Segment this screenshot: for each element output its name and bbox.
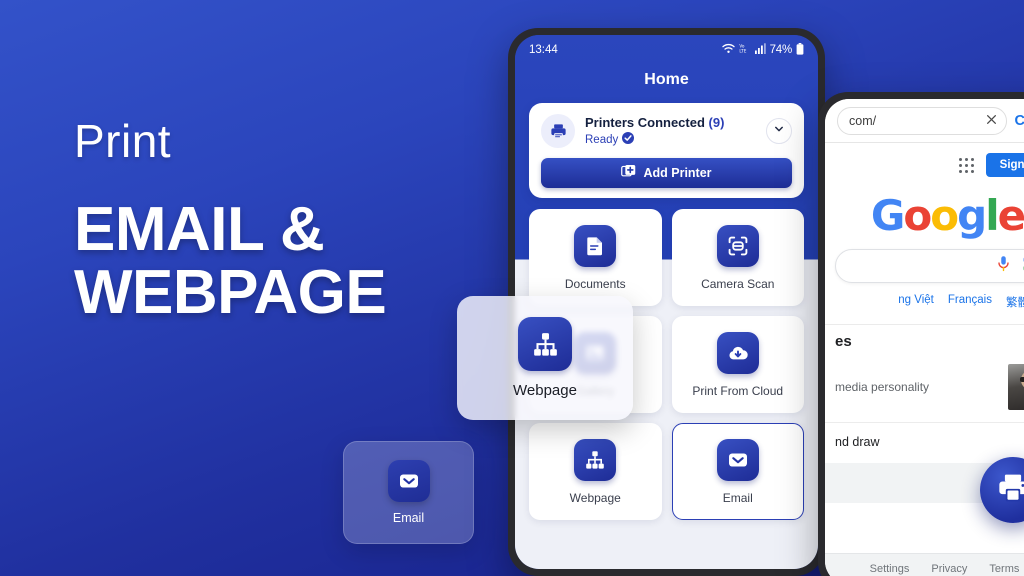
document-icon xyxy=(574,224,617,267)
promo-eyebrow: Print xyxy=(74,115,172,167)
sitemap-icon xyxy=(574,438,617,481)
footer-link-settings[interactable]: Settings xyxy=(870,563,910,575)
floating-email-card-label: Email xyxy=(392,511,425,525)
printer-ready-row: Ready xyxy=(585,132,756,147)
tile-webpage[interactable]: Webpage xyxy=(529,423,662,520)
tile-email[interactable]: Email xyxy=(671,423,804,520)
news-item-2-text: nd draw xyxy=(835,435,880,449)
close-x-icon[interactable] xyxy=(986,114,997,128)
add-printer-label: Add Printer xyxy=(643,166,712,180)
printer-icon xyxy=(541,114,575,148)
news-list-item-2[interactable]: nd draw xyxy=(825,423,1024,463)
app-page-title: Home xyxy=(644,71,689,88)
promo-headline-line1: EMAIL & xyxy=(74,195,325,264)
wifi-icon xyxy=(721,43,735,57)
tile-print-from-cloud-label: Print From Cloud xyxy=(692,383,784,398)
url-text: com/ xyxy=(849,113,877,128)
apps-grid-icon[interactable] xyxy=(958,157,974,173)
printer-status-row: Printers Connected (9) Ready xyxy=(541,114,792,148)
status-bar-indicators: Vo LTE 74% xyxy=(721,42,804,58)
check-circle-icon xyxy=(622,132,635,147)
printer-connected-label: Printers Connected xyxy=(585,115,705,130)
google-logo-char-4: g xyxy=(957,191,987,240)
browser-close-button[interactable]: Close xyxy=(1015,113,1024,129)
tile-email-label: Email xyxy=(722,490,753,505)
google-search-input[interactable] xyxy=(835,249,1024,283)
person-photo xyxy=(1008,364,1024,410)
google-logo-char-2: o xyxy=(903,191,932,240)
status-bar-time: 13:44 xyxy=(529,44,558,56)
marketing-copy: Print EMAIL & WEBPAGE xyxy=(74,118,474,324)
floating-webpage-card[interactable]: Webpage xyxy=(457,296,633,420)
language-links: ng Việt Français 繁體中文 xyxy=(825,283,1024,310)
news-list-item-1[interactable]: media personality xyxy=(825,350,1024,423)
browser-phone-device: com/ Close Sign in Google xyxy=(818,92,1024,576)
promo-headline-line2: WEBPAGE xyxy=(74,258,387,328)
tile-documents[interactable]: Documents xyxy=(529,209,662,306)
printer-expand-button[interactable] xyxy=(766,118,792,144)
printer-ready-label: Ready xyxy=(585,133,619,146)
camera-scan-icon xyxy=(716,224,759,267)
printer-status-card[interactable]: Printers Connected (9) Ready Add Printer xyxy=(529,103,804,198)
google-logo-char-1: G xyxy=(870,191,906,240)
tile-camera-scan-label: Camera Scan xyxy=(701,276,775,291)
printer-connected-count: (9) xyxy=(708,115,725,130)
add-printer-icon xyxy=(621,164,636,182)
language-link-french[interactable]: Français xyxy=(948,294,992,310)
tile-print-from-cloud[interactable]: Print From Cloud xyxy=(671,316,804,413)
news-heading: es xyxy=(835,333,852,350)
url-input[interactable]: com/ xyxy=(837,106,1007,135)
floating-email-card[interactable]: Email xyxy=(343,441,474,544)
battery-percent-label: 74% xyxy=(769,44,793,56)
google-logo: Google xyxy=(825,195,1024,237)
add-printer-button[interactable]: Add Printer xyxy=(541,158,792,188)
google-logo-char-5: l xyxy=(985,191,999,240)
tile-camera-scan[interactable]: Camera Scan xyxy=(671,209,804,306)
envelope-icon xyxy=(716,438,759,481)
sign-in-button[interactable]: Sign in xyxy=(985,153,1024,177)
volte-icon: Vo LTE xyxy=(739,43,751,57)
chevron-down-icon xyxy=(773,122,785,140)
language-link-vietnamese[interactable]: ng Việt xyxy=(898,294,934,310)
printer-status-text: Printers Connected (9) Ready xyxy=(585,115,756,147)
printer-icon xyxy=(995,470,1024,511)
language-link-chinese[interactable]: 繁體中文 xyxy=(1006,294,1024,310)
envelope-icon xyxy=(387,460,430,502)
promo-screenshot: Print EMAIL & WEBPAGE Email 13:44 Vo LTE… xyxy=(0,0,1024,576)
google-logo-char-3: o xyxy=(930,191,959,240)
status-bar: 13:44 Vo LTE 74% xyxy=(515,35,818,65)
printer-connected-title: Printers Connected (9) xyxy=(585,115,756,130)
tile-documents-label: Documents xyxy=(564,276,626,291)
news-section: es media personality nd draw xyxy=(825,324,1024,463)
sitemap-icon xyxy=(518,317,572,371)
browser-phone-screen: com/ Close Sign in Google xyxy=(825,99,1024,576)
footer-link-terms[interactable]: Terms xyxy=(989,563,1019,575)
news-item-1-text: media personality xyxy=(835,380,930,394)
google-logo-char-6: e xyxy=(997,191,1024,240)
svg-text:LTE: LTE xyxy=(739,49,746,54)
microphone-icon[interactable] xyxy=(996,255,1011,277)
footer-link-privacy[interactable]: Privacy xyxy=(931,563,967,575)
google-header: Sign in xyxy=(825,143,1024,181)
cloud-download-icon xyxy=(716,331,759,374)
browser-footer: Settings Privacy Terms xyxy=(825,553,1024,576)
signal-bars-icon xyxy=(754,43,766,57)
tile-webpage-label: Webpage xyxy=(569,490,621,505)
news-header: es xyxy=(825,325,1024,350)
promo-headline: EMAIL & WEBPAGE xyxy=(74,195,474,328)
browser-url-bar: com/ Close xyxy=(825,99,1024,143)
battery-icon xyxy=(796,42,804,58)
floating-webpage-card-label: Webpage xyxy=(513,382,577,399)
